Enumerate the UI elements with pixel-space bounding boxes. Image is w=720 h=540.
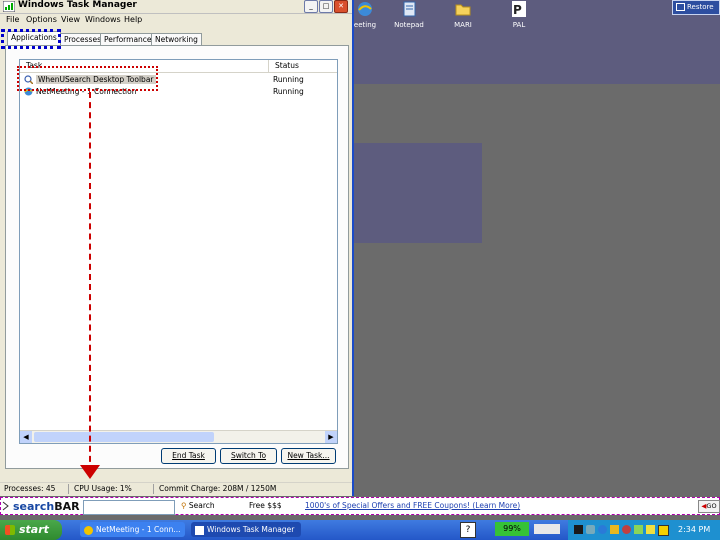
switch-to-button[interactable]: Switch To [220, 448, 277, 464]
start-button[interactable]: start [0, 520, 62, 540]
pal-icon: P [512, 1, 526, 17]
search-button[interactable]: ⚲ Search [181, 501, 215, 510]
status-bar: Processes: 45 CPU Usage: 1% Commit Charg… [0, 482, 352, 495]
annotation-highlight-applications-tab [1, 29, 61, 49]
tray-icon-folder[interactable] [610, 525, 619, 534]
restore-icon [676, 3, 685, 11]
netmeeting-icon [358, 2, 372, 16]
chevron-right-icon: ▶ [328, 433, 334, 441]
status-processes: Processes: 45 [4, 484, 56, 493]
scroll-left-button[interactable]: ◀ [20, 431, 32, 443]
battery-icon[interactable] [534, 524, 560, 534]
tray-icon-network[interactable] [574, 525, 583, 534]
tray-icon-monitor[interactable] [586, 525, 595, 534]
menu-options[interactable]: Options [26, 15, 57, 24]
desktop-icon-label: MARI [454, 21, 472, 29]
notepad-icon [403, 1, 416, 17]
desktop-icon-notepad[interactable]: Notepad [384, 0, 434, 36]
menu-help[interactable]: Help [124, 15, 142, 24]
taskbar-button-label: Windows Task Manager [207, 525, 295, 534]
restore-button[interactable]: Restore [672, 0, 720, 15]
offers-link[interactable]: 1000's of Special Offers and FREE Coupon… [305, 501, 520, 510]
free-money-button[interactable]: Free $$$ [249, 501, 282, 510]
desktop-icon-pal[interactable]: P PAL [494, 0, 544, 36]
search-button-label: Search [188, 501, 215, 510]
tray-icon-globe[interactable] [598, 525, 607, 534]
search-icon: ⚲ [181, 501, 187, 510]
annotation-arrowhead-icon [80, 465, 100, 479]
column-header-status[interactable]: Status [275, 61, 299, 70]
status-divider [68, 484, 69, 494]
clock[interactable]: 2:34 PM [678, 525, 710, 534]
taskbar-button-label: NetMeeting - 1 Conn... [96, 525, 181, 534]
task-manager-icon [195, 525, 204, 535]
status-cpu: CPU Usage: 1% [74, 484, 132, 493]
taskbar-button-netmeeting[interactable]: NetMeeting - 1 Conn... [80, 522, 185, 537]
status-commit: Commit Charge: 208M / 1250M [159, 484, 277, 493]
taskbar: start NetMeeting - 1 Conn... Windows Tas… [0, 520, 720, 540]
new-task-button[interactable]: New Task... [281, 448, 336, 464]
netmeeting-icon [84, 525, 93, 535]
minimize-icon: _ [309, 2, 313, 10]
desktop-window-region [352, 143, 482, 243]
tray-icon-speaker[interactable] [634, 525, 643, 534]
task-manager-icon [3, 1, 15, 12]
tray-icon-pencil[interactable] [646, 525, 655, 534]
toolbar-grip-icon [2, 501, 9, 511]
searchbar-toolbar: searchBAR ⚲ Search Free $$$ 1000's of Sp… [0, 497, 720, 515]
folder-icon [455, 4, 471, 16]
menu-windows[interactable]: Windows [85, 15, 121, 24]
restore-label: Restore [687, 3, 714, 11]
go-label: GO [706, 502, 717, 510]
go-button[interactable]: ◀GO [698, 500, 720, 513]
desktop-icon-mari[interactable]: MARI [438, 0, 488, 36]
task-status: Running [273, 75, 304, 84]
close-button[interactable]: ✕ [334, 0, 348, 13]
minimize-button[interactable]: _ [304, 0, 318, 13]
maximize-button[interactable]: □ [319, 0, 333, 13]
title-bar[interactable]: Windows Task Manager _ □ ✕ [0, 0, 352, 14]
system-tray: 2:34 PM [568, 520, 720, 540]
searchbar-logo: searchBAR [13, 500, 80, 513]
maximize-icon: □ [322, 2, 330, 10]
tray-icon-shield[interactable] [622, 525, 631, 534]
horizontal-scrollbar[interactable]: ◀ ▶ [20, 430, 337, 443]
chevron-left-icon: ◀ [23, 433, 29, 441]
windows-logo-icon [5, 525, 15, 535]
menu-file[interactable]: File [6, 15, 19, 24]
end-task-button[interactable]: End Task [161, 448, 216, 464]
close-icon: ✕ [338, 2, 344, 10]
start-label: start [19, 523, 49, 536]
tray-icon-warning[interactable] [658, 525, 669, 536]
annotation-arrow-line [89, 92, 91, 472]
scrollbar-thumb[interactable] [34, 432, 214, 442]
task-list: Task Status WhenUSearch Desktop Toolbar … [19, 59, 338, 444]
svg-text:P: P [513, 3, 522, 17]
menu-view[interactable]: View [61, 15, 80, 24]
battery-status[interactable]: 99% [495, 522, 529, 536]
help-icon[interactable]: ? [460, 522, 476, 538]
taskbar-button-task-manager[interactable]: Windows Task Manager [191, 522, 301, 537]
menu-bar: File Options View Windows Help [0, 14, 352, 27]
window-title: Windows Task Manager [18, 0, 137, 10]
desktop-icon-label: PAL [512, 21, 526, 29]
task-status: Running [273, 87, 304, 96]
search-input[interactable] [83, 500, 175, 515]
column-divider[interactable] [268, 60, 269, 72]
desktop-icon-label: Notepad [394, 21, 424, 29]
status-divider [153, 484, 154, 494]
scroll-right-button[interactable]: ▶ [325, 431, 337, 443]
annotation-highlight-toolbar-task [17, 66, 158, 91]
